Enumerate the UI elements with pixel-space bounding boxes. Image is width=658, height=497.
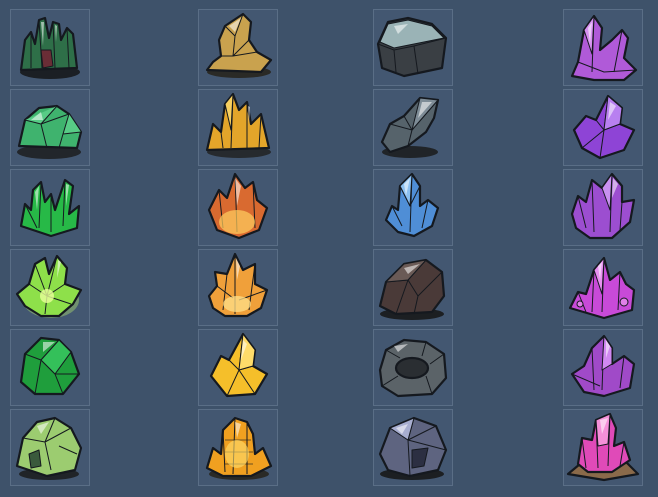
obsidian-ore-icon bbox=[378, 258, 446, 320]
tile-lime-ore-rock[interactable] bbox=[10, 409, 90, 486]
citrine-cluster-icon bbox=[205, 92, 271, 158]
tile-frosted-stone-ore[interactable] bbox=[373, 9, 453, 86]
tile-iron-ore-rock[interactable] bbox=[373, 409, 453, 486]
emerald-shard-cluster-icon bbox=[19, 178, 81, 238]
tile-emerald-chunk[interactable] bbox=[10, 329, 90, 406]
slate-shard-icon bbox=[380, 96, 440, 158]
glowing-amber-crystal-icon bbox=[205, 416, 273, 480]
tile-citrine-cluster[interactable] bbox=[198, 89, 278, 166]
glowing-peridot-cluster-icon bbox=[15, 254, 83, 318]
tile-magenta-crystal-cluster[interactable] bbox=[563, 249, 643, 326]
tile-hollow-stone-ring[interactable] bbox=[373, 329, 453, 406]
tile-topaz-crystal[interactable] bbox=[198, 329, 278, 406]
tile-sandstone-shard[interactable] bbox=[198, 9, 278, 86]
emerald-chunk-icon bbox=[19, 336, 81, 396]
tile-pink-crystal-on-dirt[interactable] bbox=[563, 409, 643, 486]
tile-jade-crystal-rock[interactable] bbox=[10, 89, 90, 166]
tile-sapphire-cluster[interactable] bbox=[373, 169, 453, 246]
amber-cluster-icon bbox=[207, 252, 269, 318]
sapphire-cluster-icon bbox=[384, 172, 440, 238]
tile-amethyst-cluster[interactable] bbox=[563, 9, 643, 86]
hollow-stone-ring-icon bbox=[378, 338, 448, 398]
tile-glowing-amber-crystal[interactable] bbox=[198, 409, 278, 486]
amethyst-geode-cluster-icon bbox=[570, 172, 636, 240]
dark-emerald-cluster-icon bbox=[19, 16, 80, 79]
iron-ore-rock-icon bbox=[378, 416, 448, 480]
sandstone-shard-icon bbox=[205, 12, 273, 78]
violet-shard-cluster-icon bbox=[570, 334, 636, 398]
tile-emerald-shard-cluster[interactable] bbox=[10, 169, 90, 246]
pink-crystal-on-dirt-icon bbox=[566, 412, 640, 482]
tile-slate-shard[interactable] bbox=[373, 89, 453, 166]
tile-violet-shard-cluster[interactable] bbox=[563, 329, 643, 406]
jade-crystal-rock-icon bbox=[17, 104, 83, 159]
amethyst-crystal-icon bbox=[572, 94, 636, 160]
tile-glowing-peridot-cluster[interactable] bbox=[10, 249, 90, 326]
frosted-stone-ore-icon bbox=[376, 16, 448, 78]
lime-ore-rock-icon bbox=[15, 416, 83, 480]
tile-amethyst-geode-cluster[interactable] bbox=[563, 169, 643, 246]
tile-fire-opal-crystal[interactable] bbox=[198, 169, 278, 246]
magenta-crystal-cluster-icon bbox=[568, 256, 636, 320]
tile-dark-emerald-cluster[interactable] bbox=[10, 9, 90, 86]
tile-amethyst-crystal[interactable] bbox=[563, 89, 643, 166]
topaz-crystal-icon bbox=[209, 332, 269, 398]
fire-opal-crystal-icon bbox=[207, 172, 269, 240]
amethyst-cluster-icon bbox=[570, 14, 638, 82]
tile-obsidian-ore[interactable] bbox=[373, 249, 453, 326]
tile-amber-cluster[interactable] bbox=[198, 249, 278, 326]
